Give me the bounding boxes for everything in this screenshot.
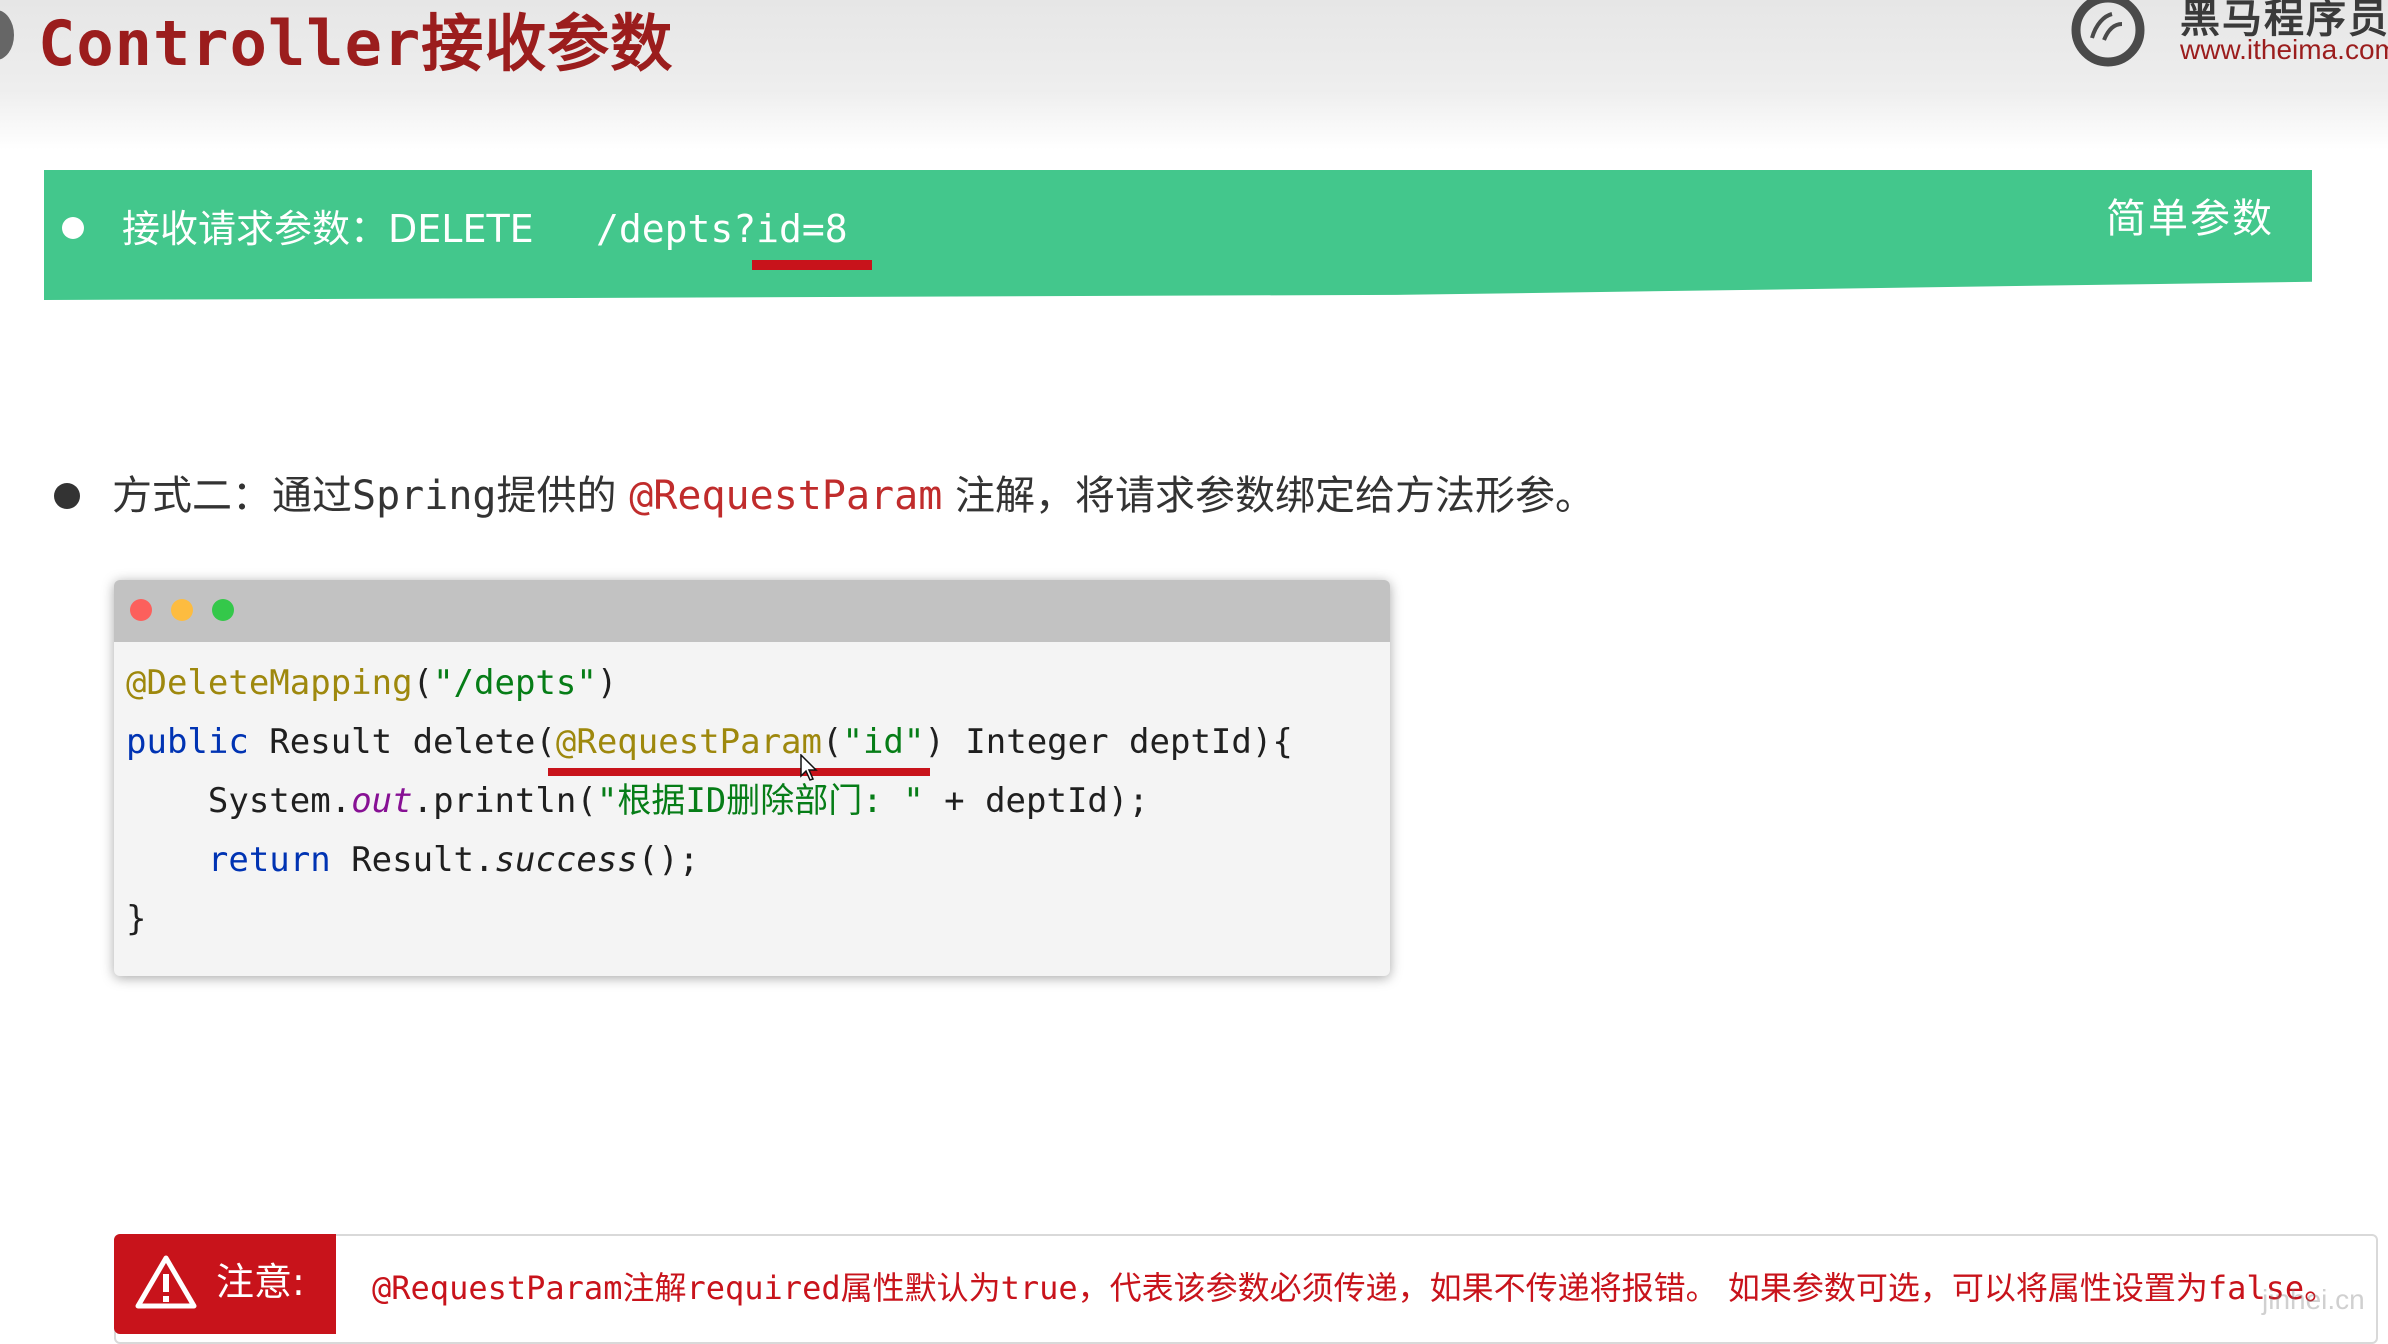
code-text: Result. bbox=[330, 840, 495, 880]
warning-icon bbox=[135, 1255, 197, 1309]
bullet-annotation: @RequestParam bbox=[629, 473, 943, 519]
code-line-3: System.out.println("根据ID删除部门: " + deptId… bbox=[126, 772, 1390, 831]
mouse-cursor-icon bbox=[800, 754, 818, 781]
note-true: true bbox=[1000, 1269, 1078, 1307]
code-string: "根据ID删除部门: " bbox=[596, 781, 924, 821]
note-text: @RequestParam注解required属性默认为true，代表该参数必须… bbox=[372, 1260, 2336, 1316]
note-segment: 属性默认为 bbox=[840, 1269, 1001, 1307]
code-text: Result delete( bbox=[248, 722, 556, 762]
code-line-4: return Result.success(); bbox=[126, 831, 1390, 890]
code-text: .println( bbox=[412, 781, 597, 821]
bullet-prefix: 方式二：通过 bbox=[112, 473, 352, 519]
code-punct: ( bbox=[412, 663, 434, 703]
itheima-logo-icon bbox=[2071, 0, 2145, 67]
code-string: "/depts" bbox=[433, 663, 597, 703]
code-titlebar bbox=[114, 580, 1390, 642]
code-body: @DeleteMapping("/depts") public Result d… bbox=[126, 654, 1390, 949]
code-window: @DeleteMapping("/depts") public Result d… bbox=[114, 580, 1390, 976]
bullet-text: 方式二：通过Spring提供的 @RequestParam 注解，将请求参数绑定… bbox=[112, 466, 1595, 526]
note-required: required bbox=[686, 1269, 841, 1307]
code-punct: ) bbox=[596, 663, 618, 703]
code-text: System. bbox=[207, 781, 352, 821]
watermark: jinhei.cn bbox=[2262, 1284, 2365, 1315]
window-minimize-dot bbox=[171, 599, 193, 621]
code-line-5: } bbox=[126, 890, 1390, 949]
note-label: 注意: bbox=[114, 1234, 336, 1334]
code-text: } bbox=[126, 899, 147, 939]
banner-url: /depts?id=8 bbox=[596, 207, 848, 251]
bullet-suffix: 注解，将请求参数绑定给方法形参。 bbox=[942, 473, 1596, 519]
banner-label: 接收请求参数：DELETE bbox=[122, 207, 534, 251]
banner-bullet bbox=[62, 217, 84, 239]
code-method: success bbox=[494, 840, 638, 880]
code-text: (); bbox=[637, 840, 700, 880]
banner-tag: 简单参数 bbox=[2106, 196, 2274, 242]
note-label-text: 注意: bbox=[216, 1260, 305, 1304]
note-segment: ，代表该参数必须传递，如果不传递将报错。 如果参数可选，可以将属性设置为 bbox=[1077, 1269, 2208, 1307]
code-annotation: @DeleteMapping bbox=[126, 663, 413, 703]
code-punct: ( bbox=[821, 722, 843, 762]
code-line-1: @DeleteMapping("/depts") bbox=[126, 654, 1390, 713]
slide-title: Controller接收参数 bbox=[38, 7, 674, 80]
bullet-mid: 提供的 bbox=[496, 473, 630, 519]
code-field: out bbox=[351, 781, 413, 821]
window-close-dot bbox=[130, 599, 152, 621]
annotation-underline bbox=[548, 768, 930, 776]
code-text: + deptId); bbox=[923, 781, 1149, 821]
logo-url: www.itheima.com bbox=[2180, 34, 2388, 65]
code-text: ) Integer deptId){ bbox=[924, 722, 1293, 762]
code-keyword: public bbox=[126, 722, 249, 762]
url-underline bbox=[752, 260, 872, 270]
bullet-spring: Spring bbox=[352, 473, 497, 519]
note-segment: 注解 bbox=[622, 1269, 687, 1307]
code-keyword: return bbox=[207, 840, 331, 880]
code-annotation: @RequestParam bbox=[555, 722, 822, 762]
bullet-point bbox=[54, 483, 80, 509]
window-maximize-dot bbox=[212, 599, 234, 621]
note-annotation: @RequestParam bbox=[372, 1269, 623, 1307]
code-string: "id" bbox=[842, 722, 925, 762]
code-line-2: public Result delete(@RequestParam("id")… bbox=[126, 713, 1390, 772]
